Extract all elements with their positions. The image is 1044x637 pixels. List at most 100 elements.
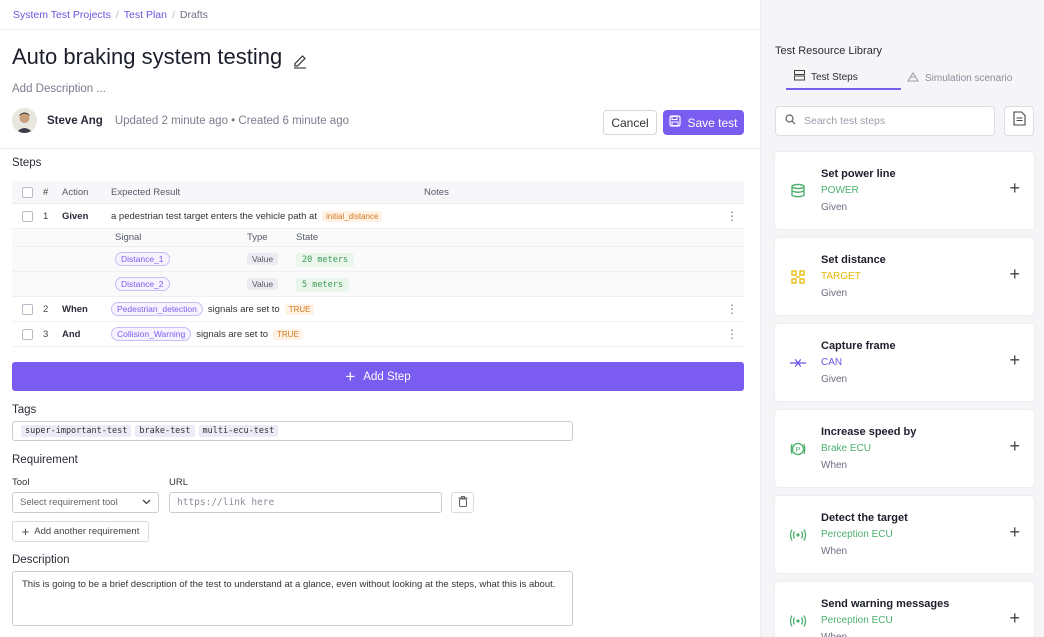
url-label: URL [169,477,189,488]
add-step-plus-icon[interactable]: + [1009,264,1020,285]
test-step-card[interactable]: P Increase speed by Brake ECU When + [775,410,1034,487]
test-step-card[interactable]: Set distance TARGET Given + [775,238,1034,315]
card-source: Perception ECU [821,615,893,626]
divider [0,148,760,149]
column-notes: Notes [424,186,449,198]
plus-icon: + [21,524,30,539]
step-row[interactable]: 1 Given a pedestrian test target enters … [12,204,744,229]
add-step-plus-icon[interactable]: + [1009,608,1020,629]
step-number: 2 [43,303,49,315]
breadcrumb-separator: / [171,9,175,21]
steps-heading: Steps [12,157,42,169]
column-state: State [296,232,319,243]
more-options-icon[interactable]: ⋮ [720,209,744,223]
signal-row[interactable]: Distance_2 Value 5 meters [12,272,744,297]
tab-test-steps[interactable]: Test Steps [786,66,901,90]
tag-chip[interactable]: super-important-test [21,425,132,437]
value-chip[interactable]: TRUE [273,328,303,340]
simulation-icon [907,71,919,85]
add-step-plus-icon[interactable]: + [1009,350,1020,371]
signal-chip[interactable]: Collision_Warning [111,327,192,341]
tag-chip[interactable]: multi-ecu-test [198,425,279,437]
trash-icon [458,494,468,512]
breadcrumb-link-projects[interactable]: System Test Projects [13,9,111,21]
signal-chip[interactable]: Distance_1 [115,251,170,266]
signal-subtable-header: Signal Type State [12,229,744,247]
tag-chip[interactable]: brake-test [135,425,195,437]
card-keyword: Given [821,288,848,299]
card-keyword: When [821,546,848,557]
card-source: POWER [821,185,859,196]
column-number: # [43,186,49,198]
add-step-plus-icon[interactable]: + [1009,436,1020,457]
step-checkbox[interactable] [22,210,33,222]
tab-label: Simulation scenario [925,72,1013,84]
signal-chip[interactable]: Pedestrian_detection [111,302,203,316]
more-options-icon[interactable]: ⋮ [720,327,744,341]
test-step-card[interactable]: Set power line POWER Given + [775,152,1034,229]
step-row[interactable]: 2 When Pedestrian_detection signals are … [12,297,744,322]
description-textarea[interactable]: This is going to be a brief description … [12,571,573,626]
state-chip: 20 meters [296,252,355,267]
delete-requirement-button[interactable] [451,492,474,513]
signal-chip[interactable]: Distance_2 [115,276,170,291]
test-step-card[interactable]: Detect the target Perception ECU When + [775,496,1034,573]
add-step-plus-icon[interactable]: + [1009,178,1020,199]
add-description-link[interactable]: Add Description ... [12,83,106,95]
steps-table-header: # Action Expected Result Notes [12,181,744,204]
step-text: a pedestrian test target enters the vehi… [111,210,317,222]
requirement-tool-select[interactable]: Select requirement tool [12,492,159,513]
app-root: System Test Projects / Test Plan / Draft… [0,0,1044,637]
signal-icon [789,612,807,630]
step-checkbox[interactable] [22,303,33,315]
card-source: Perception ECU [821,529,893,540]
step-row[interactable]: 3 And Collision_Warning signals are set … [12,322,744,347]
add-requirement-button[interactable]: + Add another requirement [12,521,149,542]
test-step-card[interactable]: Capture frame CAN Given + [775,324,1034,401]
card-keyword: When [821,632,847,637]
requirement-heading: Requirement [12,454,78,466]
cancel-button[interactable]: Cancel [603,110,657,135]
card-keyword: When [821,460,848,471]
card-title: Increase speed by [821,426,917,438]
select-all-checkbox[interactable] [22,186,33,198]
signal-row[interactable]: Distance_1 Value 20 meters [12,247,744,272]
page-title: Auto braking system testing [12,44,308,70]
tags-input[interactable]: super-important-test brake-test multi-ec… [12,421,573,441]
step-action: And [62,328,81,340]
breadcrumb-separator: / [115,9,119,21]
search-placeholder: Search test steps [804,115,886,127]
document-button[interactable] [1004,106,1034,136]
save-icon [669,115,682,130]
test-step-card[interactable]: Send warning messages Perception ECU When + [775,582,1034,637]
step-action: When [62,303,88,315]
requirement-tool-value: Select requirement tool [20,497,118,508]
breadcrumb-current: Drafts [179,9,208,21]
svg-text:P: P [796,447,801,454]
add-step-button[interactable]: + Add Step [12,362,744,391]
column-signal: Signal [115,232,142,243]
can-bus-icon [789,354,807,372]
test-editor-panel: System Test Projects / Test Plan / Draft… [0,0,760,637]
document-icon [1012,111,1026,131]
timestamps: Updated 2 minute ago • Created 6 minute … [114,114,349,127]
page-title-text: Auto braking system testing [12,44,283,69]
step-number: 3 [43,328,49,340]
more-options-icon[interactable]: ⋮ [720,302,744,316]
tab-simulation-scenario[interactable]: Simulation scenario [907,66,1027,90]
step-text: signals are set to [196,328,269,340]
value-chip[interactable]: TRUE [284,303,315,315]
add-step-plus-icon[interactable]: + [1009,522,1020,543]
step-checkbox[interactable] [22,328,33,340]
breadcrumb-link-test-plan[interactable]: Test Plan [124,9,167,21]
parameter-chip[interactable]: initial_distance [321,210,383,222]
chevron-down-icon [142,497,151,508]
search-test-steps-input[interactable]: Search test steps [775,106,995,136]
avatar [12,108,37,133]
save-test-button[interactable]: Save test [663,110,744,135]
requirement-url-input[interactable]: https://link here [169,492,442,513]
description-heading: Description [12,554,70,566]
steps-table: # Action Expected Result Notes 1 Given a… [12,181,744,347]
card-source: CAN [821,357,843,368]
pencil-icon[interactable] [292,49,308,69]
